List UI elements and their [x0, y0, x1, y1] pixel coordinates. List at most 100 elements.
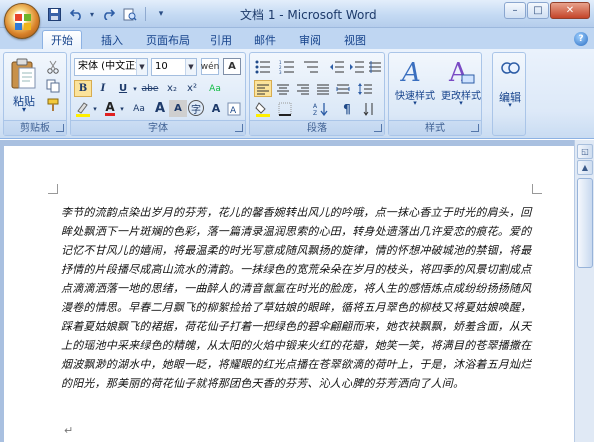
qat-separator	[145, 7, 146, 21]
font-color-dropdown-arrow[interactable]: ▾	[118, 100, 126, 117]
scroll-up-icon[interactable]: ▲	[577, 160, 593, 175]
font-size-value: 10	[155, 61, 168, 72]
close-button[interactable]: ✕	[550, 2, 590, 19]
undo-icon[interactable]	[66, 6, 86, 22]
subscript-button[interactable]: x₂	[163, 80, 181, 97]
font-name-dropdown-arrow[interactable]: ▼	[136, 59, 147, 75]
paste-dropdown-arrow[interactable]: ▾	[10, 105, 38, 114]
paragraph-launcher-icon[interactable]	[374, 124, 382, 132]
tab-mailings[interactable]: 邮件	[247, 30, 283, 49]
align-center-icon[interactable]	[274, 80, 292, 97]
redo-icon[interactable]	[98, 6, 118, 22]
window-title: 文档 1 - Microsoft Word	[240, 8, 377, 22]
align-right-icon[interactable]	[294, 80, 312, 97]
change-case-button[interactable]: Aa	[128, 100, 150, 117]
grow-font-button[interactable]: A	[151, 100, 169, 117]
highlight-dropdown-arrow[interactable]: ▾	[91, 100, 99, 117]
qat-dropdown[interactable]: ▾	[88, 6, 96, 22]
tab-insert[interactable]: 插入	[92, 30, 132, 49]
styles-group-label: 样式	[389, 120, 481, 135]
tab-view[interactable]: 视图	[337, 30, 373, 49]
underline-dropdown-arrow[interactable]: ▾	[131, 80, 139, 97]
font-group-label: 字体	[71, 120, 245, 135]
vertical-scrollbar[interactable]: ◱ ▲	[574, 140, 594, 442]
tab-home[interactable]: 开始	[42, 30, 82, 49]
document-body-text[interactable]: 李节的流韵点染出岁月的芬芳，花儿的馨香婉转出风儿的吟哦，点一抹心香立于时光的肩头…	[61, 203, 537, 393]
enclose-chars-button[interactable]: 字	[188, 100, 204, 116]
decrease-indent-icon[interactable]	[328, 58, 346, 75]
office-logo-icon	[15, 14, 31, 30]
tab-review[interactable]: 审阅	[292, 30, 328, 49]
ribbon-tabs: 开始 插入 页面布局 引用 邮件 审阅 视图 ?	[0, 28, 594, 49]
italic-button[interactable]: I	[94, 80, 112, 97]
ribbon: 粘贴 ▾ 剪贴板 宋体 (中文正文) ▼ 10 ▼ wén A B I U ▾ …	[0, 49, 594, 139]
shrink-font-button[interactable]: A	[207, 100, 225, 117]
save-icon[interactable]	[44, 6, 64, 22]
multilevel-list-icon[interactable]	[302, 58, 320, 75]
office-button[interactable]	[4, 3, 40, 39]
help-icon[interactable]: ?	[574, 32, 588, 46]
paragraph-group: 123 A Z ¶ 段落	[249, 52, 385, 136]
copy-icon[interactable]	[44, 77, 62, 94]
tab-references[interactable]: 引用	[203, 30, 239, 49]
align-left-icon[interactable]	[254, 80, 272, 97]
cut-icon[interactable]	[44, 58, 62, 75]
numbering-icon[interactable]: 123	[278, 58, 296, 75]
sort-icon[interactable]: AZ	[312, 100, 330, 117]
customize-qat-icon[interactable]: ▾	[151, 6, 171, 22]
increase-indent-icon[interactable]	[348, 58, 366, 75]
text-direction-icon[interactable]	[360, 100, 378, 117]
quick-styles-icon[interactable]: A	[399, 56, 429, 86]
justify-icon[interactable]	[314, 80, 332, 97]
tab-page-layout[interactable]: 页面布局	[140, 30, 196, 49]
paste-icon[interactable]	[8, 57, 38, 91]
format-painter-icon[interactable]	[44, 96, 62, 113]
distributed-icon[interactable]	[334, 80, 352, 97]
svg-text:A: A	[313, 103, 318, 110]
change-styles-arrow[interactable]: ▾	[457, 99, 465, 107]
window-controls: – □ ✕	[504, 2, 590, 19]
font-color-glyph: A	[105, 100, 115, 116]
highlight-icon[interactable]	[74, 100, 92, 117]
clear-formatting-button[interactable]: Aa	[205, 80, 225, 97]
quick-access-toolbar: ▾ ▾	[44, 6, 171, 22]
restore-button[interactable]: □	[527, 2, 549, 19]
styles-launcher-icon[interactable]	[471, 124, 479, 132]
editing-group: 编辑 ▾	[492, 52, 526, 136]
scrollbar-thumb[interactable]	[577, 178, 593, 268]
font-size-combo[interactable]: 10 ▼	[151, 58, 197, 76]
bullets-icon[interactable]	[254, 58, 272, 75]
svg-text:A: A	[400, 58, 421, 85]
ruler-toggle-icon[interactable]: ◱	[577, 144, 593, 159]
title-bar: ▾ ▾ 文档 1 - Microsoft Word – □ ✕	[0, 0, 594, 28]
underline-button[interactable]: U	[114, 80, 132, 97]
svg-text:A: A	[230, 106, 237, 116]
strikethrough-button[interactable]: abe	[139, 80, 161, 97]
char-border-button[interactable]: A	[223, 58, 241, 75]
paragraph-group-label: 段落	[250, 120, 384, 135]
show-hide-marks-icon[interactable]: ¶	[338, 100, 356, 117]
text-effects-icon[interactable]: A	[225, 100, 243, 117]
font-color-button[interactable]: A	[101, 100, 119, 117]
font-launcher-icon[interactable]	[235, 124, 243, 132]
minimize-button[interactable]: –	[504, 2, 526, 19]
phonetic-guide-button[interactable]: wén	[201, 58, 219, 75]
print-preview-icon[interactable]	[120, 6, 140, 22]
bold-button[interactable]: B	[74, 80, 92, 97]
char-shading-button[interactable]: A	[169, 100, 187, 117]
shading-icon[interactable]	[254, 100, 272, 117]
change-styles-icon[interactable]: A	[447, 56, 477, 86]
margin-crop-mark	[48, 184, 58, 194]
superscript-button[interactable]: x²	[183, 80, 201, 97]
editing-arrow[interactable]: ▾	[506, 101, 514, 109]
chinese-layout-icon[interactable]	[366, 58, 384, 75]
borders-icon[interactable]	[276, 100, 294, 117]
quick-styles-arrow[interactable]: ▾	[411, 99, 419, 107]
styles-group: A 快速样式 A 更改样式 ▾ ▾ 样式	[388, 52, 482, 136]
font-size-dropdown-arrow[interactable]: ▼	[185, 59, 196, 75]
clipboard-group: 粘贴 ▾ 剪贴板	[3, 52, 67, 136]
find-replace-icon[interactable]	[499, 59, 521, 79]
font-name-combo[interactable]: 宋体 (中文正文) ▼	[74, 58, 148, 76]
line-spacing-icon[interactable]	[356, 80, 374, 97]
clipboard-launcher-icon[interactable]	[56, 124, 64, 132]
